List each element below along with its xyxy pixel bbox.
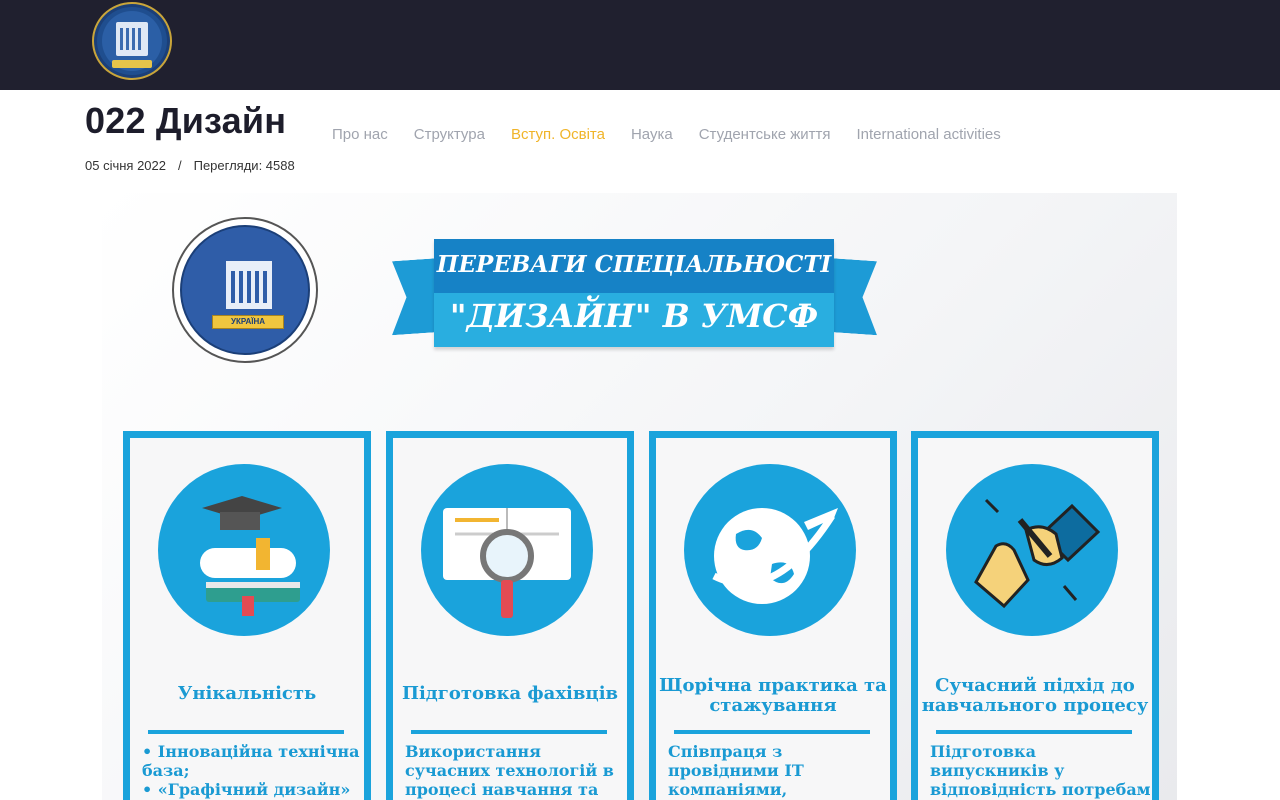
top-header (0, 0, 1280, 90)
university-logo[interactable] (92, 2, 172, 80)
ribbon-line-1: ПЕРЕВАГИ СПЕЦІАЛЬНОСТІ (436, 251, 832, 278)
seal-ring: УКРАЇНА (180, 225, 310, 355)
post-meta: 05 січня 2022 / Перегляди: 4588 (85, 158, 295, 173)
nav-structure[interactable]: Структура (414, 126, 485, 143)
building-icon (226, 261, 272, 309)
page-title: 022 Дизайн (85, 100, 287, 141)
university-seal: УКРАЇНА (172, 217, 318, 363)
card-title: Сучасний підхід до навчального процесу (921, 675, 1149, 716)
card-body: • Інноваційна технічна база; • «Графічни… (142, 742, 360, 799)
post-date: 05 січня 2022 (85, 158, 166, 173)
card-title: Підготовка фахівців (401, 683, 619, 704)
view-count: Перегляди: 4588 (193, 158, 295, 173)
card-modern-approach: Сучасний підхід до навчального процесу П… (911, 431, 1159, 800)
card-divider (936, 730, 1132, 734)
nav-international[interactable]: International activities (857, 126, 1001, 143)
main-nav: Про нас Структура Вступ. Освіта Наука Ст… (332, 126, 1001, 143)
globe-plane-icon (684, 464, 856, 636)
card-divider (674, 730, 870, 734)
meta-separator: / (177, 158, 182, 173)
book-magnifier-icon (421, 464, 593, 636)
card-title: Унікальність (177, 683, 317, 704)
card-divider (148, 730, 344, 734)
card-body: Використання сучасних технологій в проце… (405, 742, 614, 799)
graduation-icon (158, 464, 330, 636)
card-body: Співпраця з провідними IT компаніями, ко… (668, 742, 855, 800)
nav-student-life[interactable]: Студентське життя (699, 126, 831, 143)
infographic-banner: УКРАЇНА ПЕРЕВАГИ СПЕЦІАЛЬНОСТІ "ДИЗАЙН" … (102, 193, 1177, 800)
card-body: Підготовка випускників у відповідність п… (930, 742, 1151, 799)
ribbon-line-2: "ДИЗАЙН" В УМСФ (449, 297, 819, 335)
card-practice: Щорічна практика та стажування Співпраця… (649, 431, 897, 800)
nav-admission[interactable]: Вступ. Освіта (511, 126, 605, 143)
handshake-icon (946, 464, 1118, 636)
card-training: Підготовка фахівців Використання сучасни… (386, 431, 634, 800)
seal-band: УКРАЇНА (212, 315, 284, 329)
card-uniqueness: Унікальність • Інноваційна технічна база… (123, 431, 371, 800)
nav-science[interactable]: Наука (631, 126, 673, 143)
nav-about[interactable]: Про нас (332, 126, 388, 143)
building-icon (116, 22, 148, 56)
logo-ribbon (112, 60, 152, 68)
card-title: Щорічна практика та стажування (659, 675, 887, 716)
card-divider (411, 730, 607, 734)
